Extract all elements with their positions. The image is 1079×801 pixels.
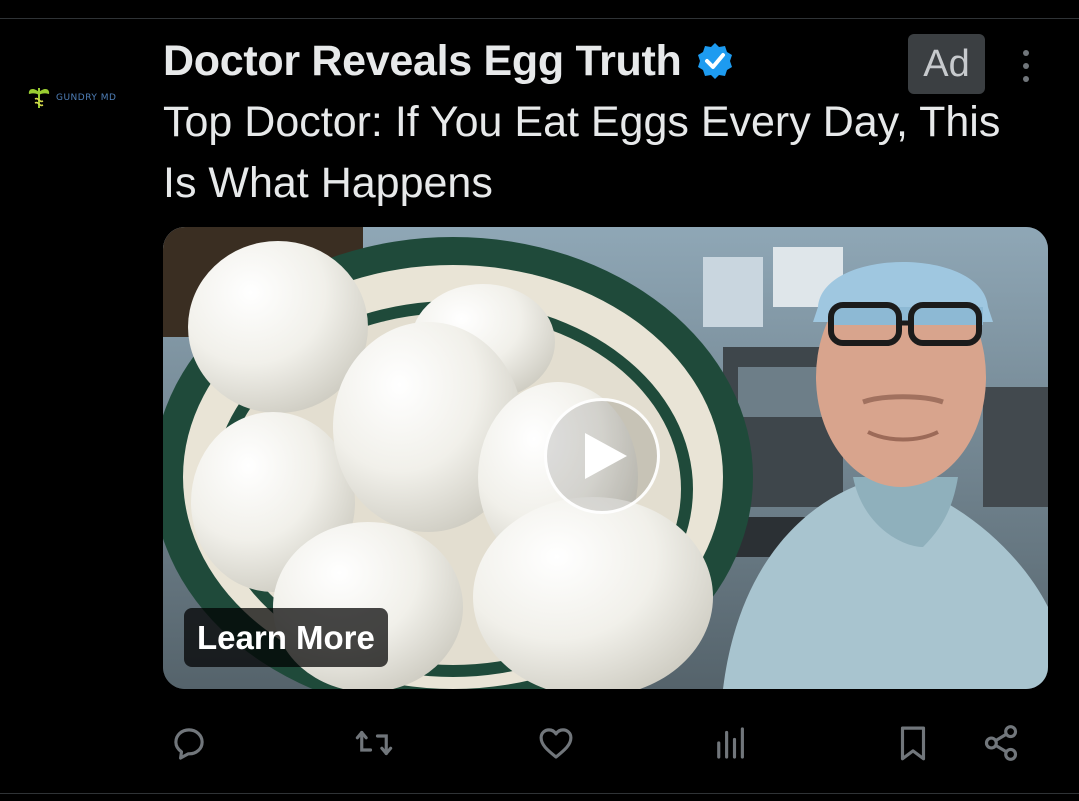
bottom-divider — [0, 793, 1079, 794]
more-vertical-icon — [1023, 50, 1029, 56]
play-button[interactable] — [544, 398, 660, 514]
more-options-button[interactable] — [1008, 44, 1044, 88]
heart-icon — [539, 728, 573, 759]
bookmark-icon — [900, 726, 926, 761]
learn-more-button[interactable]: Learn More — [184, 608, 388, 667]
avatar-brand-text: GUNDRY MD — [56, 93, 117, 103]
views-icon — [717, 727, 744, 759]
verified-badge-icon — [698, 43, 733, 79]
views-button[interactable] — [706, 718, 756, 768]
top-divider — [0, 18, 1079, 19]
reply-icon — [174, 728, 204, 760]
post-headline: Top Doctor: If You Eat Eggs Every Day, T… — [163, 98, 1001, 207]
repost-icon — [355, 730, 393, 756]
share-icon — [984, 725, 1018, 761]
play-icon — [585, 433, 627, 479]
avatar[interactable]: GUNDRY MD — [26, 72, 136, 122]
like-button[interactable] — [531, 718, 581, 768]
reply-button[interactable] — [164, 718, 214, 768]
post-header: Doctor Reveals Egg Truth — [163, 32, 735, 90]
author-display-name[interactable]: Doctor Reveals Egg Truth — [163, 37, 682, 86]
repost-button[interactable] — [349, 718, 399, 768]
caduceus-leaf-icon — [28, 88, 50, 108]
video-thumbnail[interactable]: Learn More — [163, 227, 1048, 689]
post-action-bar — [163, 718, 1033, 768]
ad-badge: Ad — [908, 34, 985, 94]
share-button[interactable] — [976, 718, 1026, 768]
bookmark-button[interactable] — [888, 718, 938, 768]
